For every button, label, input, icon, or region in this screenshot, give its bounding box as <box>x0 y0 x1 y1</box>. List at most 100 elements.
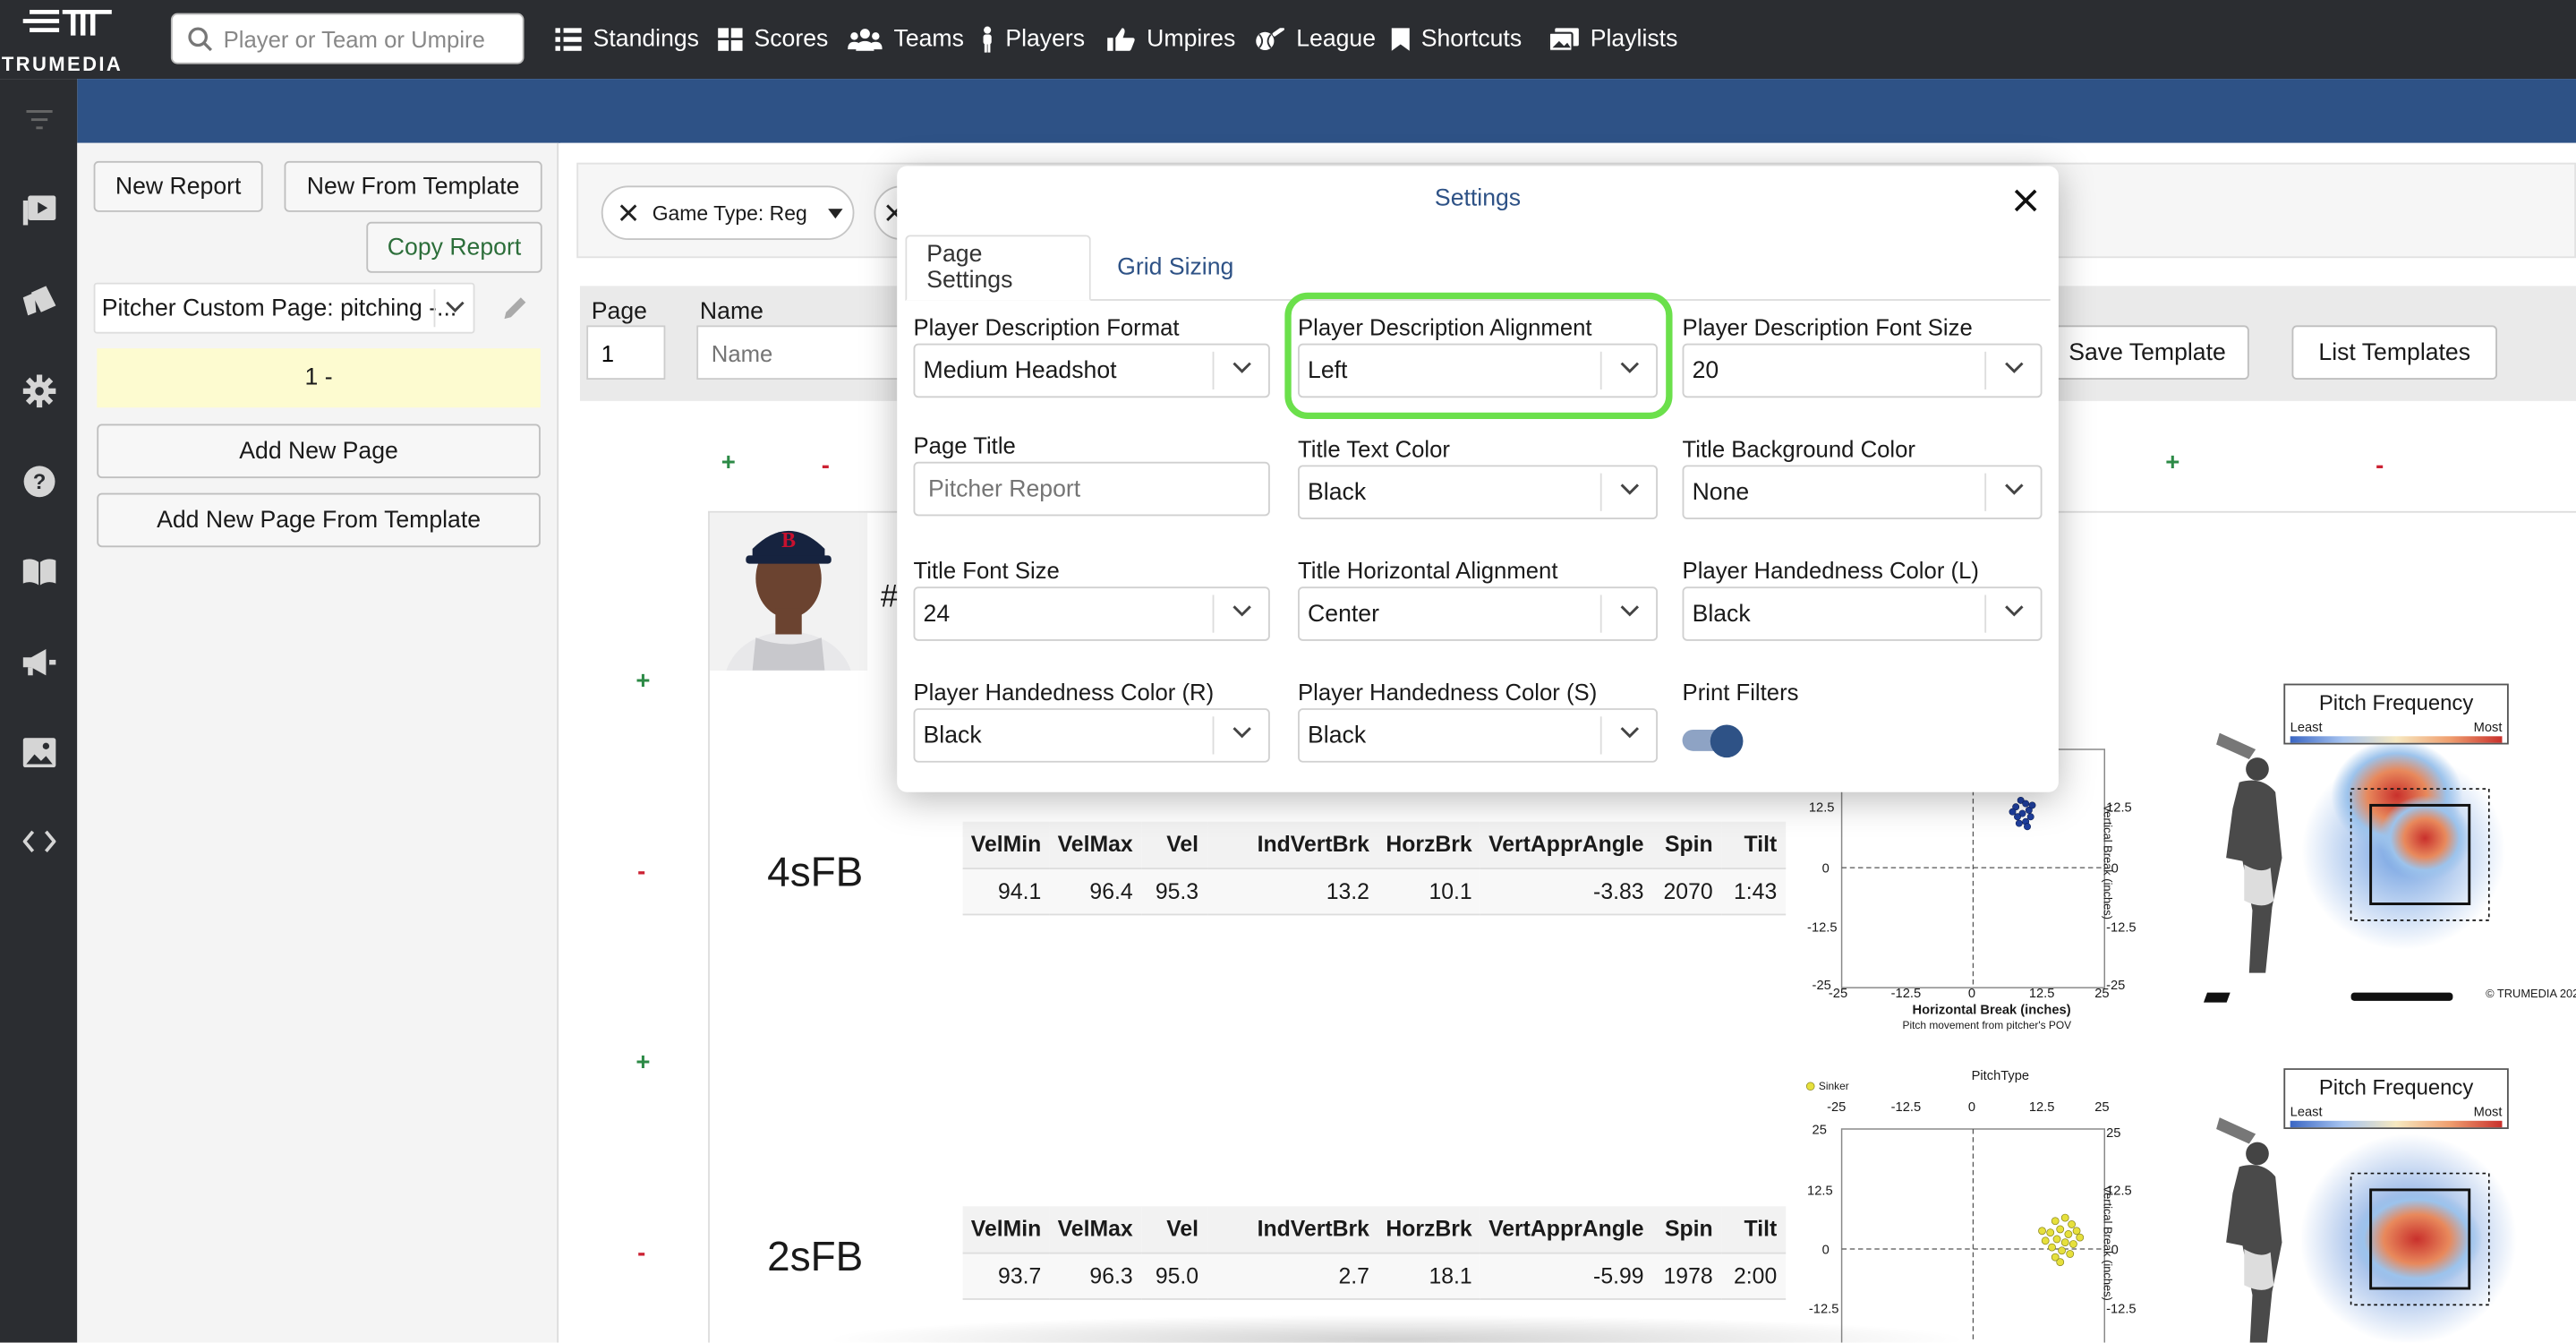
close-icon[interactable] <box>619 204 637 222</box>
col-header: HorzBrk <box>1378 821 1480 869</box>
app-page: TRUMEDIA Standings Scores Teams Players <box>0 0 2576 1343</box>
x-axis-label: Horizontal Break (inches) <box>1912 1002 2071 1018</box>
col-header: VelMax <box>1049 1206 1141 1253</box>
code-icon[interactable] <box>21 824 57 860</box>
tab-grid-sizing[interactable]: Grid Sizing <box>1097 235 1253 300</box>
nav-teams[interactable]: Teams <box>848 23 964 56</box>
megaphone-icon[interactable] <box>21 645 57 680</box>
nav-players[interactable]: Players <box>981 23 1085 56</box>
y-tick: 25 <box>1812 1122 1827 1138</box>
page-list-item[interactable]: 1 - <box>97 348 541 408</box>
nav-scores-label: Scores <box>754 26 829 53</box>
remove-column-left-button[interactable]: - <box>822 452 830 480</box>
nav-umpires[interactable]: Umpires <box>1107 23 1235 56</box>
cell: 96.3 <box>1049 1252 1141 1299</box>
add-row-button-1[interactable]: + <box>635 667 650 695</box>
print-filters-toggle[interactable] <box>1682 724 1744 758</box>
new-report-button[interactable]: New Report <box>93 160 263 212</box>
title-text-color-select[interactable]: Black <box>1298 465 1659 520</box>
add-new-page-from-template-button[interactable]: Add New Page From Template <box>97 492 541 548</box>
header-band <box>77 79 2576 143</box>
video-icon[interactable] <box>21 192 57 228</box>
list-templates-button[interactable]: List Templates <box>2291 325 2497 381</box>
col-header: Vel <box>1140 1206 1207 1253</box>
legend-most: Most <box>2473 1104 2503 1119</box>
save-template-button[interactable]: Save Template <box>2045 325 2249 381</box>
gear-icon[interactable] <box>21 373 57 409</box>
hand-color-r-select[interactable]: Black <box>913 708 1270 763</box>
select-divider <box>1984 351 1987 390</box>
movement-plot-2: PitchType Sinker 25 -25 -12.5 0 12.5 25 … <box>1805 1066 2150 1343</box>
nav-scores[interactable]: Scores <box>718 23 828 56</box>
remove-row-button-1[interactable]: - <box>637 858 645 885</box>
chevron-down-icon <box>2005 605 2024 617</box>
help-icon[interactable]: ? <box>21 464 57 500</box>
pitch-stats-table-2sfb: VelMin VelMax Vel IndVertBrk HorzBrk Ver… <box>962 1206 1786 1299</box>
settings-modal: Settings Page Settings Grid Sizing Playe… <box>897 166 2059 792</box>
y-axis-label: Vertical Break (inches) <box>2100 1185 2112 1301</box>
bottom-shadow <box>821 1314 1972 1343</box>
page-title-input[interactable] <box>913 461 1270 517</box>
gallery-icon[interactable] <box>21 734 57 770</box>
nav-standings[interactable]: Standings <box>555 23 699 56</box>
table-header-row: VelMin VelMax Vel IndVertBrk HorzBrk Ver… <box>962 821 1786 869</box>
filter-chip-game-type[interactable]: Game Type: Reg <box>601 185 855 240</box>
icon-rail: ? <box>0 79 78 1343</box>
trumedia-logo[interactable]: TRUMEDIA <box>0 4 141 76</box>
search-input[interactable] <box>223 21 516 58</box>
chevron-down-icon <box>2005 483 2024 495</box>
desc-format-select[interactable]: Medium Headshot <box>913 343 1270 398</box>
modal-title: Settings <box>1434 185 1522 212</box>
title-text-color-label: Title Text Color <box>1298 435 1451 462</box>
player-photo-icon: B <box>709 512 868 671</box>
new-from-template-button[interactable]: New From Template <box>284 160 542 212</box>
nav-playlists[interactable]: Playlists <box>1548 23 1677 56</box>
desc-format-label: Player Description Format <box>913 313 1180 340</box>
x-tick-top: 25 <box>2094 1099 2110 1115</box>
copy-report-button[interactable]: Copy Report <box>366 221 542 273</box>
book-icon[interactable] <box>21 554 57 590</box>
tab-page-settings[interactable]: Page Settings <box>905 235 1091 301</box>
page-select[interactable]: Pitcher Custom Page: pitching -... <box>93 282 475 334</box>
hand-color-l-select[interactable]: Black <box>1682 586 2043 641</box>
global-search[interactable] <box>170 13 525 64</box>
filter-toggle-icon[interactable] <box>21 102 57 138</box>
player-number: # <box>880 579 899 615</box>
title-font-size-value: 24 <box>923 601 951 629</box>
page-number-input[interactable] <box>586 325 666 381</box>
title-h-align-select[interactable]: Center <box>1298 586 1659 641</box>
y-tick-right: -25 <box>2106 978 2126 993</box>
col-header: VelMin <box>962 1206 1050 1253</box>
cell: 2:00 <box>1720 1252 1786 1299</box>
cards-icon[interactable] <box>21 283 57 319</box>
add-column-left-button[interactable]: + <box>721 449 736 476</box>
page-select-value: Pitcher Custom Page: pitching -... <box>101 295 457 322</box>
baseball-icon <box>1256 28 1284 50</box>
remove-row-button-2[interactable]: - <box>637 1239 645 1267</box>
nav-shortcuts[interactable]: Shortcuts <box>1391 23 1522 56</box>
caret-down-icon <box>828 208 844 218</box>
cell: 1:43 <box>1720 868 1786 915</box>
pencil-icon[interactable] <box>501 295 529 322</box>
title-bg-color-select[interactable]: None <box>1682 465 2043 520</box>
col-header: Tilt <box>1720 821 1786 869</box>
title-font-size-select[interactable]: 24 <box>913 586 1270 641</box>
select-divider <box>1212 595 1215 633</box>
nav-umpires-label: Umpires <box>1147 26 1236 53</box>
desc-font-size-select[interactable]: 20 <box>1682 343 2043 398</box>
title-text-color-value: Black <box>1308 479 1367 507</box>
col-header: HorzBrk <box>1378 1206 1480 1253</box>
remove-column-right-button[interactable]: - <box>2376 452 2384 480</box>
select-divider <box>1212 351 1215 390</box>
hand-color-s-select[interactable]: Black <box>1298 708 1659 763</box>
col-header: VelMin <box>962 821 1050 869</box>
pitch-name-4sfb: 4sFB <box>767 849 864 896</box>
add-row-button-2[interactable]: + <box>635 1048 650 1076</box>
add-column-right-button[interactable]: + <box>2165 449 2179 476</box>
nav-league[interactable]: League <box>1255 23 1376 56</box>
cell: -3.83 <box>1480 868 1652 915</box>
page-name-input[interactable] <box>696 325 910 381</box>
close-icon[interactable] <box>2009 184 2043 218</box>
cell: 2.7 <box>1207 1252 1378 1299</box>
add-new-page-button[interactable]: Add New Page <box>97 423 541 479</box>
